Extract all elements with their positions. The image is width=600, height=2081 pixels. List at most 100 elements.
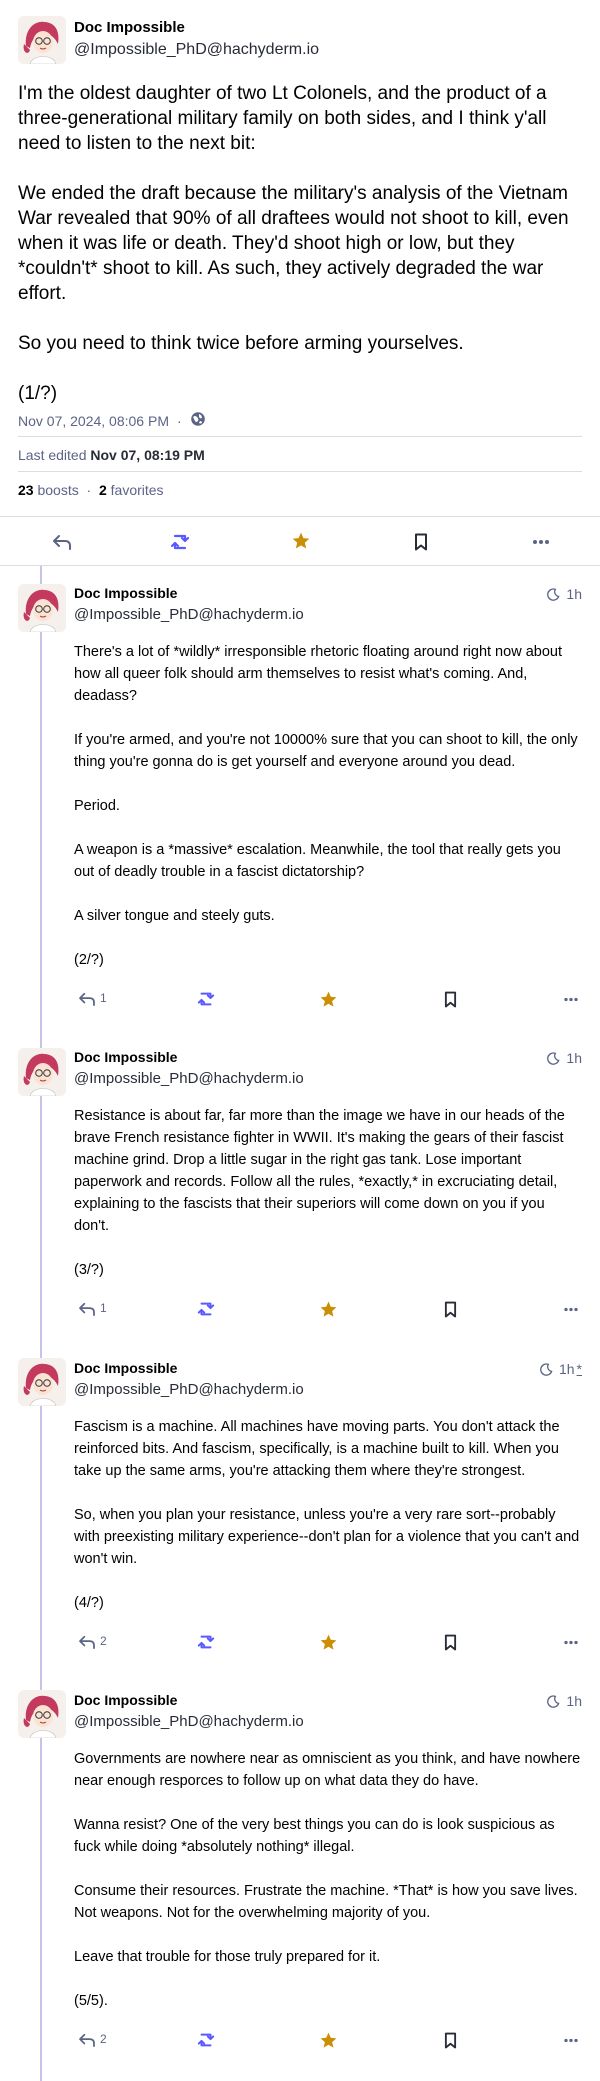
- star-icon[interactable]: [289, 529, 313, 553]
- reply-count: 2: [100, 1634, 107, 1648]
- post-paragraph: I'm the oldest daughter of two Lt Colone…: [18, 83, 552, 154]
- author-handle[interactable]: @Impossible_PhD@hachyderm.io: [74, 606, 304, 623]
- post-paragraph: (4/?): [74, 1595, 104, 1611]
- more-icon[interactable]: [560, 989, 582, 1009]
- bookmark-icon[interactable]: [439, 989, 461, 1009]
- reply-icon[interactable]: [76, 989, 98, 1009]
- star-icon[interactable]: [317, 2029, 339, 2051]
- edited-info[interactable]: Last edited Nov 07, 08:19 PM: [18, 447, 205, 463]
- author-name[interactable]: Doc Impossible: [74, 1049, 177, 1065]
- author-name[interactable]: Doc Impossible: [74, 1692, 177, 1708]
- post-paragraph: Period.: [74, 798, 120, 814]
- counts-separator: ·: [86, 482, 92, 498]
- post-paragraph: (1/?): [18, 383, 58, 404]
- bookmark-icon[interactable]: [439, 1632, 461, 1652]
- post-content: Fascism is a machine. All machines have …: [74, 1416, 582, 1636]
- moon-icon: [540, 1362, 553, 1376]
- post-content: There's a lot of *wildly* irresponsible …: [74, 641, 582, 993]
- author-handle[interactable]: @Impossible_PhD@hachyderm.io: [74, 41, 319, 59]
- post-action-bar: 2: [74, 2028, 584, 2052]
- post-action-bar: 1: [74, 1297, 584, 1321]
- thread-post[interactable]: Doc Impossible @Impossible_PhD@hachyderm…: [0, 1340, 600, 1673]
- post-action-bar: 1: [74, 987, 584, 1011]
- post-paragraph: There's a lot of *wildly* irresponsible …: [74, 644, 562, 704]
- post-time[interactable]: 1h: [547, 1050, 582, 1066]
- post-paragraph: (3/?): [74, 1262, 104, 1278]
- boost-icon[interactable]: [168, 530, 192, 554]
- post-meta: Nov 07, 2024, 08:06 PM ·: [18, 411, 206, 430]
- post-counts: 23 boosts · 2 favorites: [18, 482, 164, 498]
- avatar[interactable]: [18, 584, 66, 632]
- avatar[interactable]: [18, 1358, 66, 1406]
- star-icon[interactable]: [317, 1631, 339, 1653]
- bookmark-icon[interactable]: [439, 2030, 461, 2050]
- avatar[interactable]: [18, 1690, 66, 1738]
- meta-separator: ·: [177, 412, 182, 429]
- author-handle[interactable]: @Impossible_PhD@hachyderm.io: [74, 1070, 304, 1087]
- boosts-count[interactable]: 23: [18, 482, 34, 498]
- star-icon[interactable]: [317, 988, 339, 1010]
- moon-icon: [547, 1694, 560, 1708]
- reply-icon[interactable]: [76, 1632, 98, 1652]
- boost-icon[interactable]: [195, 1632, 217, 1652]
- post-paragraph: Leave that trouble for those truly prepa…: [74, 1949, 381, 1965]
- post-paragraph: (5/5).: [74, 1993, 108, 2009]
- avatar[interactable]: [18, 16, 66, 64]
- post-time-text: 1h: [558, 1361, 575, 1377]
- post-action-bar: 2: [74, 1630, 584, 1654]
- favorites-count[interactable]: 2: [99, 482, 107, 498]
- thread-post[interactable]: Doc Impossible @Impossible_PhD@hachyderm…: [0, 1030, 600, 1340]
- edited-prefix: Last edited: [18, 447, 87, 463]
- boosts-label[interactable]: boosts: [37, 482, 78, 498]
- post-paragraph: So you need to think twice before arming…: [18, 333, 464, 354]
- thread-post[interactable]: Doc Impossible @Impossible_PhD@hachyderm…: [0, 1673, 600, 2081]
- post-paragraph: A silver tongue and steely guts.: [74, 908, 275, 924]
- more-icon[interactable]: [560, 1299, 582, 1319]
- post-time[interactable]: 1h: [547, 1693, 582, 1709]
- reply-icon[interactable]: [76, 2030, 98, 2050]
- avatar[interactable]: [18, 1048, 66, 1096]
- divider: [18, 471, 582, 472]
- reply-count: 2: [100, 2032, 107, 2046]
- bookmark-icon[interactable]: [439, 1299, 461, 1319]
- post-paragraph: Wanna resist? One of the very best thing…: [74, 1817, 555, 1855]
- moon-icon: [547, 587, 560, 601]
- reply-icon[interactable]: [50, 530, 74, 554]
- post-paragraph: Fascism is a machine. All machines have …: [74, 1419, 560, 1479]
- more-icon[interactable]: [560, 2030, 582, 2050]
- thread-post[interactable]: Doc Impossible @Impossible_PhD@hachyderm…: [0, 566, 600, 1030]
- favorites-label[interactable]: favorites: [111, 482, 164, 498]
- boost-icon[interactable]: [195, 2030, 217, 2050]
- post-time-text: 1h: [566, 1693, 582, 1709]
- bookmark-icon[interactable]: [409, 530, 433, 554]
- author-handle[interactable]: @Impossible_PhD@hachyderm.io: [74, 1713, 304, 1730]
- post-date-link[interactable]: Nov 07, 2024, 08:06 PM: [18, 413, 169, 429]
- boost-icon[interactable]: [195, 989, 217, 1009]
- reply-icon[interactable]: [76, 1299, 98, 1319]
- more-icon[interactable]: [560, 1632, 582, 1652]
- post-content: I'm the oldest daughter of two Lt Colone…: [18, 81, 580, 431]
- post-time-text: 1h: [566, 586, 582, 602]
- author-handle[interactable]: @Impossible_PhD@hachyderm.io: [74, 1381, 304, 1398]
- post-paragraph: So, when you plan your resistance, unles…: [74, 1507, 580, 1567]
- edited-date: Nov 07, 08:19 PM: [90, 447, 205, 463]
- post-paragraph: Consume their resources. Frustrate the m…: [74, 1883, 578, 1921]
- moon-icon: [547, 1051, 560, 1065]
- boost-icon[interactable]: [195, 1299, 217, 1319]
- edited-marker[interactable]: *: [577, 1361, 582, 1377]
- post-time[interactable]: 1h: [547, 586, 582, 602]
- post-paragraph: If you're armed, and you're not 10000% s…: [74, 732, 578, 770]
- post-time[interactable]: 1h *: [540, 1361, 582, 1377]
- author-name[interactable]: Doc Impossible: [74, 585, 177, 601]
- post-action-bar: [0, 516, 600, 566]
- post-paragraph: We ended the draft because the military'…: [18, 183, 574, 304]
- post-paragraph: A weapon is a *massive* escalation. Mean…: [74, 842, 561, 880]
- author-name[interactable]: Doc Impossible: [74, 19, 185, 36]
- post-time-text: 1h: [566, 1050, 582, 1066]
- reply-count: 1: [100, 991, 107, 1005]
- author-name[interactable]: Doc Impossible: [74, 1360, 177, 1376]
- more-icon[interactable]: [529, 530, 553, 554]
- post-paragraph: Governments are nowhere near as omniscie…: [74, 1751, 581, 1789]
- star-icon[interactable]: [317, 1298, 339, 1320]
- post-content: Resistance is about far, far more than t…: [74, 1105, 582, 1303]
